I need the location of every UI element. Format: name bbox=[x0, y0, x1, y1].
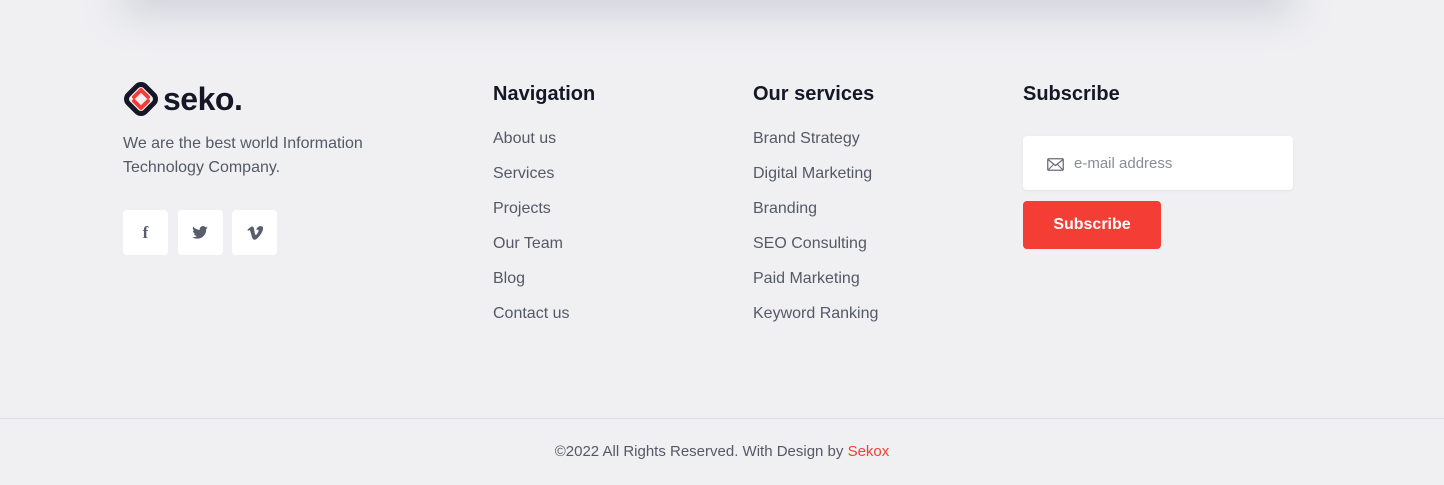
mail-icon bbox=[1047, 157, 1064, 171]
subscribe-title: Subscribe bbox=[1023, 83, 1120, 105]
facebook-icon: f bbox=[142, 222, 149, 242]
copyright: ©2022 All Rights Reserved. With Design b… bbox=[0, 442, 1444, 462]
services-list: Brand Strategy Digital Marketing Brandin… bbox=[753, 129, 878, 324]
navigation-column: Navigation About us Services Projects Ou… bbox=[493, 82, 595, 339]
facebook-button[interactable]: f bbox=[123, 210, 168, 255]
service-link-paid-marketing[interactable]: Paid Marketing bbox=[753, 269, 878, 289]
footer-page: seko. We are the best world Information … bbox=[0, 0, 1444, 485]
navigation-title: Navigation bbox=[493, 83, 596, 105]
copyright-text: ©2022 All Rights Reserved. With Design b… bbox=[554, 443, 848, 460]
nav-link-services[interactable]: Services bbox=[493, 164, 595, 184]
brand-tagline: We are the best world Information Techno… bbox=[123, 135, 363, 176]
nav-link-team[interactable]: Our Team bbox=[493, 234, 595, 254]
vimeo-icon bbox=[246, 225, 263, 240]
logo[interactable]: seko. bbox=[123, 80, 423, 118]
nav-link-contact[interactable]: Contact us bbox=[493, 304, 595, 324]
services-title: Our services bbox=[753, 83, 875, 105]
brand-column: seko. We are the best world Information … bbox=[123, 80, 423, 180]
service-link-branding[interactable]: Branding bbox=[753, 199, 878, 219]
logo-text: seko. bbox=[163, 81, 243, 117]
service-link-brand-strategy[interactable]: Brand Strategy bbox=[753, 129, 878, 149]
vimeo-button[interactable] bbox=[232, 210, 277, 255]
twitter-icon bbox=[192, 226, 208, 239]
service-link-digital-marketing[interactable]: Digital Marketing bbox=[753, 164, 878, 184]
social-links: f bbox=[123, 210, 287, 255]
logo-mark-icon bbox=[124, 82, 158, 116]
service-link-keyword-ranking[interactable]: Keyword Ranking bbox=[753, 304, 878, 324]
footer-divider bbox=[0, 418, 1444, 419]
email-input[interactable] bbox=[1072, 153, 1276, 173]
navigation-list: About us Services Projects Our Team Blog… bbox=[493, 129, 595, 324]
designer-link[interactable]: Sekox bbox=[848, 443, 890, 460]
nav-link-projects[interactable]: Projects bbox=[493, 199, 595, 219]
subscribe-column: Subscribe Subscribe bbox=[1023, 82, 1293, 249]
twitter-button[interactable] bbox=[177, 210, 223, 255]
subscribe-button[interactable]: Subscribe bbox=[1023, 201, 1161, 249]
nav-link-about[interactable]: About us bbox=[493, 129, 595, 149]
nav-link-blog[interactable]: Blog bbox=[493, 269, 595, 289]
service-link-seo[interactable]: SEO Consulting bbox=[753, 234, 878, 254]
services-column: Our services Brand Strategy Digital Mark… bbox=[753, 82, 878, 339]
email-field-container[interactable] bbox=[1023, 136, 1293, 190]
